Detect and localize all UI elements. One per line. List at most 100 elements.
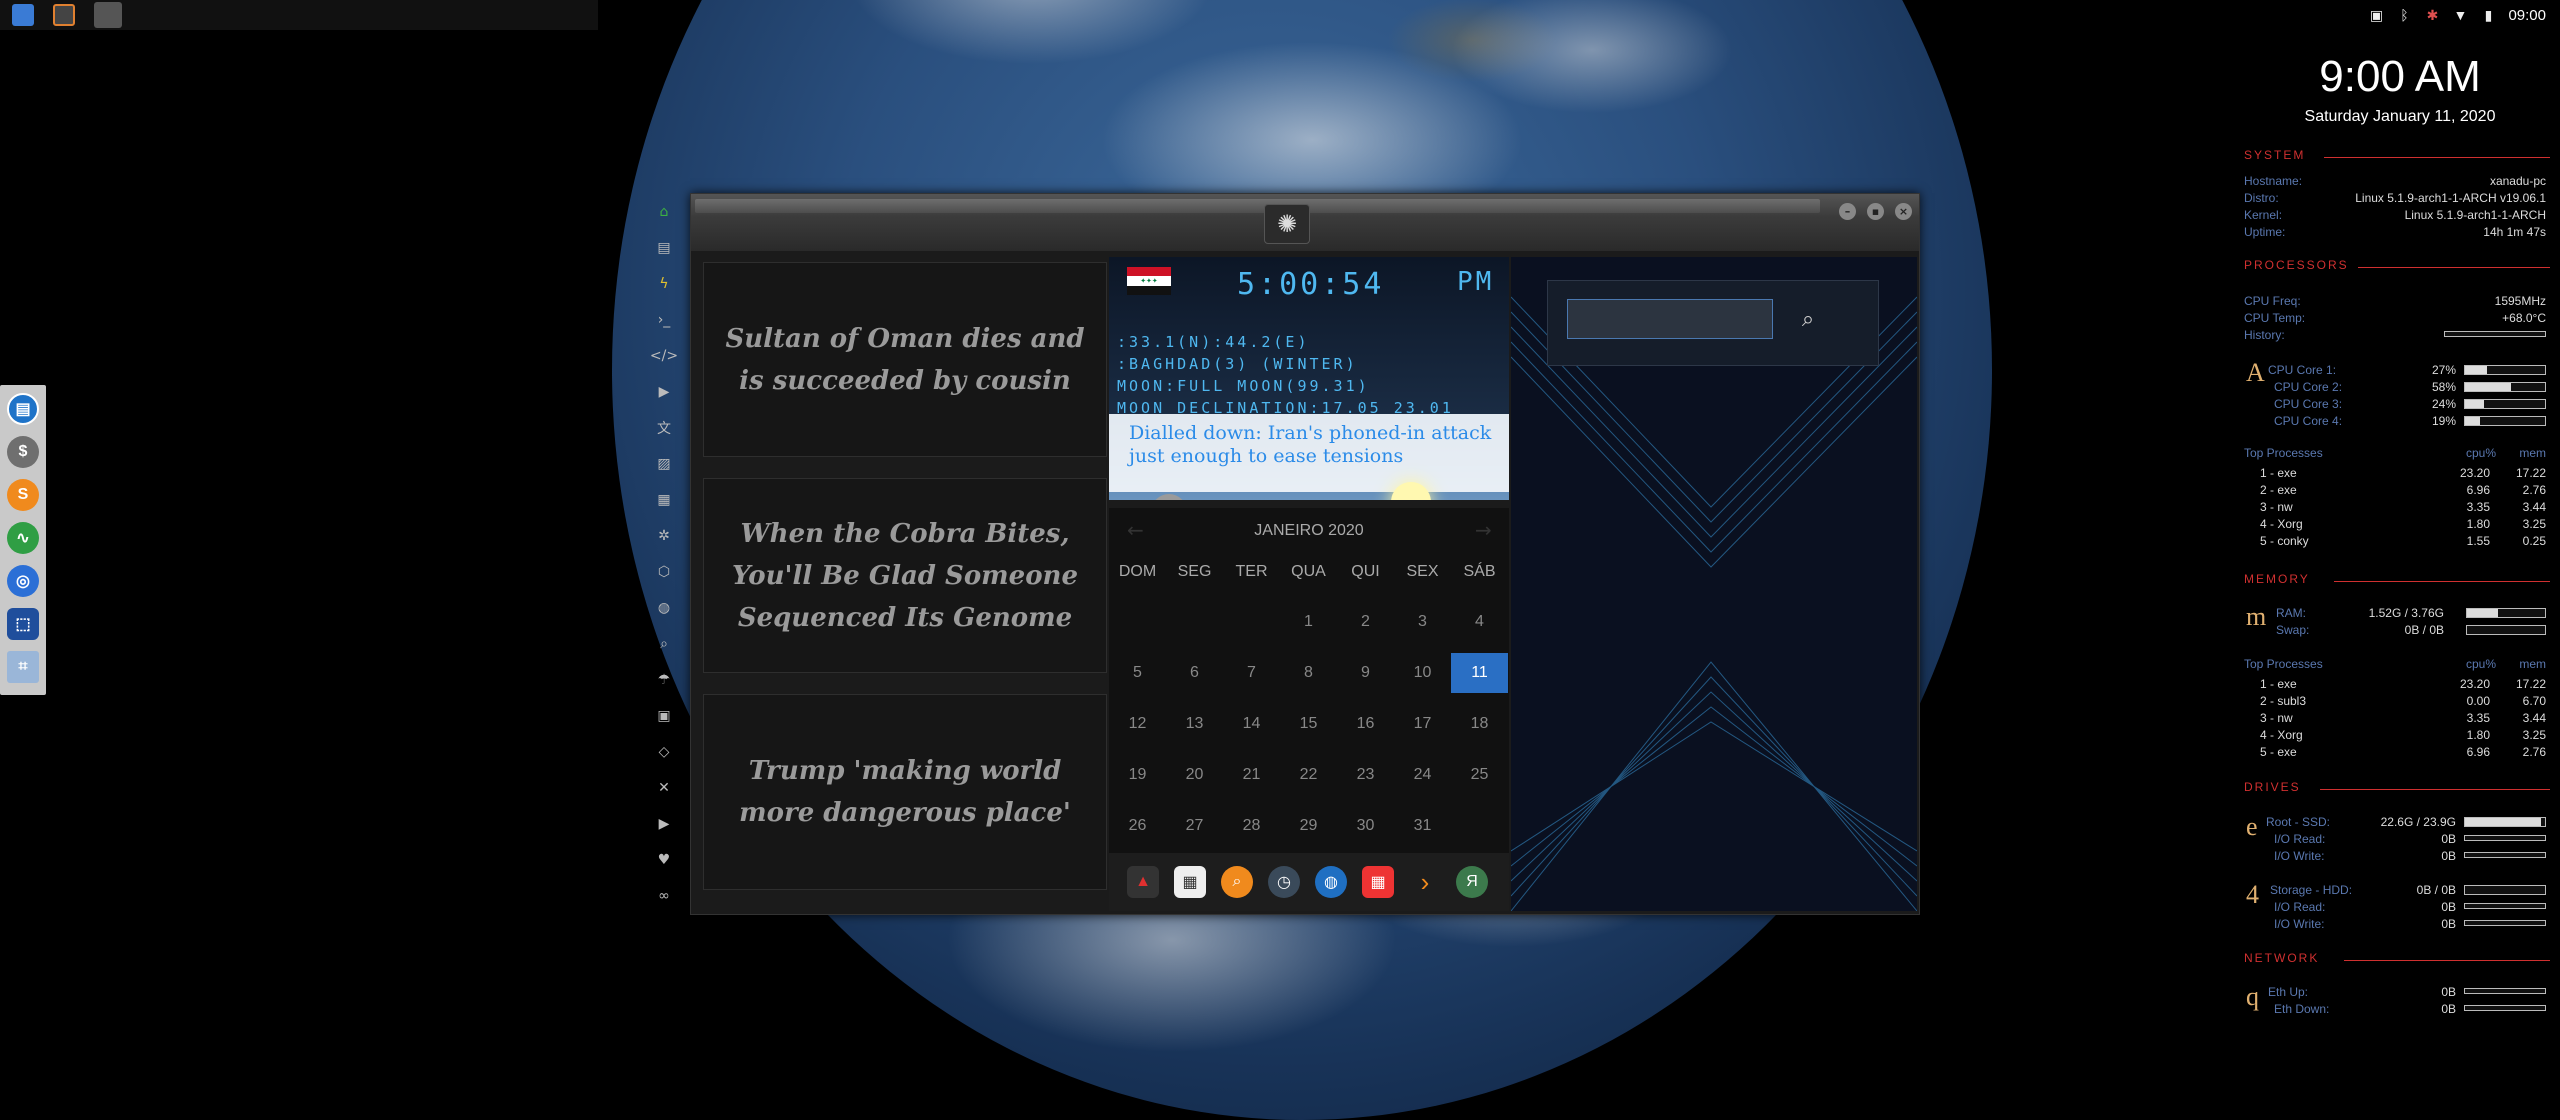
system-monitor-icon[interactable]: ∿	[7, 522, 39, 554]
cpu-core-value: 27%	[2431, 363, 2456, 377]
storage-read-label: I/O Read:	[2274, 900, 2326, 914]
contact-icon[interactable]: ▣	[654, 706, 674, 726]
calendar-day[interactable]: 17	[1394, 704, 1451, 744]
iraq-flag-icon: ✦✦✦	[1127, 267, 1171, 295]
money-icon[interactable]: $	[7, 436, 39, 468]
search-app-icon[interactable]: ⌕	[1221, 866, 1253, 898]
calendar-day[interactable]: 29	[1280, 806, 1337, 846]
document-icon[interactable]: ▤	[654, 238, 674, 258]
calendar-day[interactable]: 23	[1337, 755, 1394, 795]
maximize-button[interactable]: ▪	[1867, 203, 1884, 220]
settings-icon[interactable]: ✲	[654, 526, 674, 546]
calendar-day[interactable]: 16	[1337, 704, 1394, 744]
process-mem: 0.25	[2522, 534, 2546, 548]
code-icon[interactable]: </>	[650, 346, 678, 366]
process-mem: 3.25	[2522, 517, 2546, 531]
calendar-day[interactable]: 15	[1280, 704, 1337, 744]
calendar-app-icon[interactable]: ▦	[1174, 866, 1206, 898]
play-icon[interactable]: ▶	[654, 382, 674, 402]
sublime-icon[interactable]: S	[7, 479, 39, 511]
screenshot-tool-icon[interactable]: ⬚	[7, 608, 39, 640]
calendar-day[interactable]: 18	[1451, 704, 1508, 744]
news-headline: Sultan of Oman dies and is succeeded by …	[725, 323, 1085, 396]
chrome-icon[interactable]: ◎	[7, 565, 39, 597]
close-button[interactable]: ×	[1895, 203, 1912, 220]
process-mem: 17.22	[2515, 677, 2546, 691]
clock-app-icon[interactable]: ◷	[1268, 866, 1300, 898]
news-icon[interactable]: ▦	[654, 490, 674, 510]
home-icon[interactable]: ⌂	[654, 202, 674, 222]
sublime-text-icon[interactable]	[53, 4, 75, 26]
storage-write-bar	[2464, 920, 2546, 926]
memory-glyph: m	[2246, 602, 2267, 631]
news-card[interactable]: Trump 'making world more dangerous place…	[703, 694, 1107, 890]
calendar-day[interactable]: 22	[1280, 755, 1337, 795]
process-cpu: 6.96	[2466, 483, 2490, 497]
eth-down-bar	[2464, 1005, 2546, 1011]
calendar-day[interactable]: 10	[1394, 653, 1451, 693]
calendar-day[interactable]: 27	[1166, 806, 1223, 846]
root-drive-value: 22.6G / 23.9G	[2380, 815, 2456, 829]
translate-icon[interactable]: 文	[654, 418, 674, 438]
yandex-icon[interactable]: Я	[1456, 866, 1488, 898]
lightning-icon[interactable]: ϟ	[654, 274, 674, 294]
world-clock-city: :BAGHDAD(3) (WINTER)	[1117, 355, 1358, 373]
calendar-day[interactable]: 14	[1223, 704, 1280, 744]
search-input[interactable]	[1567, 299, 1773, 339]
search-icon[interactable]: ⌕	[654, 634, 674, 654]
app-launcher-icon[interactable]	[94, 2, 122, 28]
globe-app-icon[interactable]: ◍	[1315, 866, 1347, 898]
tools-icon[interactable]: ✕	[654, 778, 674, 798]
files-icon[interactable]: ▤	[7, 393, 39, 425]
minimize-button[interactable]: –	[1839, 203, 1856, 220]
calendar-month-label: JANEIRO 2020	[1254, 522, 1364, 539]
network-glyph: q	[2246, 982, 2259, 1011]
image-icon[interactable]: ▨	[654, 454, 674, 474]
arrow-app-icon[interactable]: ›	[1409, 866, 1441, 898]
calendar-day[interactable]: 7	[1223, 653, 1280, 693]
process-cpu: 6.96	[2466, 745, 2490, 759]
terminal-icon[interactable]: ›_	[654, 310, 674, 330]
calendar-clock-icon[interactable]: ▦	[1362, 866, 1394, 898]
moon-headline[interactable]: Dialled down: Iran's phoned-in attack ju…	[1129, 422, 1509, 468]
calendar-day[interactable]: 28	[1223, 806, 1280, 846]
calendar-day[interactable]: 31	[1394, 806, 1451, 846]
weekday-header: DOM	[1118, 563, 1157, 580]
calendar-day[interactable]: 3	[1394, 602, 1451, 642]
cloud-link-icon[interactable]: ∞	[654, 886, 674, 906]
calendar-day[interactable]: 30	[1337, 806, 1394, 846]
news-card[interactable]: When the Cobra Bites, You'll Be Glad Som…	[703, 478, 1107, 673]
heart-icon[interactable]: ♥	[654, 850, 674, 870]
calendar-day[interactable]: 1	[1280, 602, 1337, 642]
calendar-day[interactable]: 6	[1166, 653, 1223, 693]
web-browser-icon[interactable]: ⌗	[7, 651, 39, 683]
calendar-day-selected[interactable]: 11	[1451, 653, 1508, 693]
process-name: 3 - nw	[2260, 711, 2293, 725]
calendar-day[interactable]: 8	[1280, 653, 1337, 693]
calendar-day[interactable]: 20	[1166, 755, 1223, 795]
calendar-day[interactable]: 9	[1337, 653, 1394, 693]
globe-icon[interactable]: ◍	[654, 598, 674, 618]
umbrella-icon[interactable]: ☂	[654, 670, 674, 690]
process-mem: 17.22	[2515, 466, 2546, 480]
calendar-day[interactable]: 25	[1451, 755, 1508, 795]
next-month-button[interactable]: →	[1475, 518, 1492, 542]
calendar-day[interactable]: 12	[1109, 704, 1166, 744]
news-card[interactable]: Sultan of Oman dies and is succeeded by …	[703, 262, 1107, 457]
youtube-icon[interactable]: ▶	[654, 814, 674, 834]
file-manager-icon[interactable]	[12, 4, 34, 26]
search-button[interactable]: ⌕	[1792, 303, 1824, 335]
calendar-day[interactable]: 2	[1337, 602, 1394, 642]
calendar-day[interactable]: 19	[1109, 755, 1166, 795]
calendar-day[interactable]: 4	[1451, 602, 1508, 642]
diamond-code-icon[interactable]: ◇	[654, 742, 674, 762]
calendar-day[interactable]: 24	[1394, 755, 1451, 795]
calendar-day[interactable]: 26	[1109, 806, 1166, 846]
window-titlebar[interactable]: ✺ – ▪ ×	[691, 194, 1919, 251]
hexagon-icon[interactable]: ⬡	[654, 562, 674, 582]
calendar-day[interactable]: 5	[1109, 653, 1166, 693]
calendar-day[interactable]: 21	[1223, 755, 1280, 795]
root-read-value: 0B	[2441, 832, 2456, 846]
calendar-day[interactable]: 13	[1166, 704, 1223, 744]
arch-icon[interactable]: ▲	[1127, 866, 1159, 898]
